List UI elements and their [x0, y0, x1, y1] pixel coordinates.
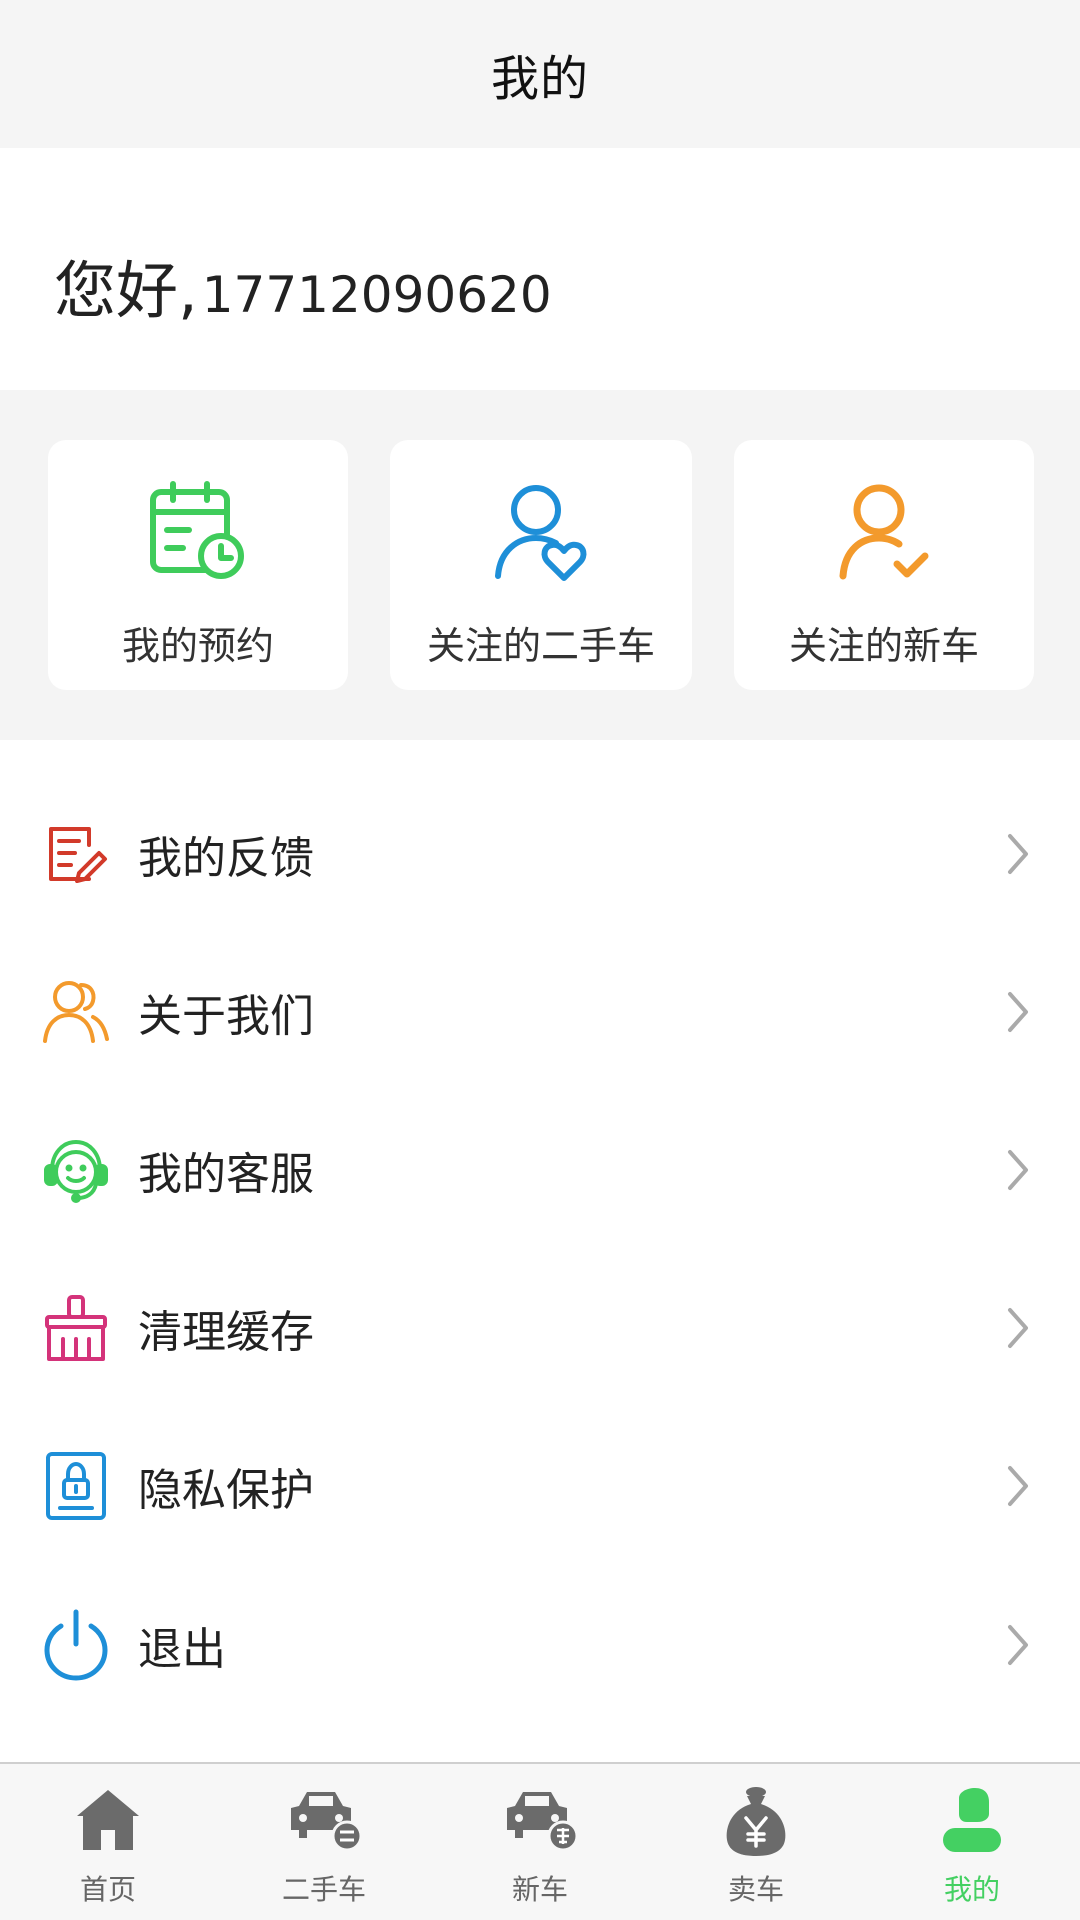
calendar-clock-icon: [48, 478, 348, 588]
menu-item-feedback[interactable]: 我的反馈: [0, 775, 1080, 933]
menu-label: 隐私保护: [138, 1465, 314, 1516]
quick-actions: 我的预约 关注的二手车 关注的新车: [0, 390, 1080, 740]
menu-item-logout[interactable]: 退出: [0, 1566, 1080, 1724]
chevron-right-icon: [1008, 1308, 1028, 1348]
tab-mine[interactable]: 我的: [864, 1764, 1080, 1920]
card-label: 关注的新车: [788, 624, 979, 668]
menu-item-clear-cache[interactable]: 清理缓存: [0, 1249, 1080, 1407]
chevron-right-icon: [1008, 992, 1028, 1032]
home-icon: [0, 1784, 216, 1862]
menu-item-about-us[interactable]: 关于我们: [0, 933, 1080, 1091]
tab-home[interactable]: 首页: [0, 1764, 216, 1920]
chevron-right-icon: [1008, 1625, 1028, 1665]
bottom-tab-bar: 首页 二手车 新车 卖车 我的: [0, 1762, 1080, 1920]
tab-used-car[interactable]: 二手车: [216, 1764, 432, 1920]
profile-page: 我的 您好, 17712090620 我的预约 关注的二手车 关注的新车 我的反…: [0, 0, 1080, 1920]
tab-label: 我的: [943, 1873, 1000, 1906]
card-label: 我的预约: [121, 624, 274, 668]
card-label: 关注的二手车: [426, 624, 655, 668]
greeting-hello: 您好,: [54, 254, 198, 327]
chevron-right-icon: [1008, 1466, 1028, 1506]
page-title: 我的: [490, 51, 589, 107]
menu-label: 我的反馈: [138, 833, 314, 884]
used-car-icon: [216, 1784, 432, 1862]
card-my-appointment[interactable]: 我的预约: [48, 440, 348, 690]
users-icon: [40, 976, 112, 1048]
tab-label: 首页: [79, 1873, 136, 1906]
menu-label: 关于我们: [138, 991, 314, 1042]
user-heart-icon: [390, 478, 692, 588]
menu-item-privacy[interactable]: 隐私保护: [0, 1407, 1080, 1565]
brush-icon: [40, 1292, 112, 1364]
tab-sell-car[interactable]: 卖车: [648, 1764, 864, 1920]
new-car-icon: [432, 1784, 648, 1862]
card-followed-new-cars[interactable]: 关注的新车: [734, 440, 1034, 690]
headset-smile-icon: [40, 1134, 112, 1206]
menu-label: 清理缓存: [138, 1307, 314, 1358]
feedback-edit-icon: [40, 818, 112, 890]
chevron-right-icon: [1008, 1150, 1028, 1190]
tab-label: 卖车: [727, 1873, 784, 1906]
greeting-section: 您好, 17712090620: [0, 148, 1080, 390]
menu-label: 退出: [138, 1624, 226, 1675]
tab-label: 新车: [511, 1873, 568, 1906]
card-followed-used-cars[interactable]: 关注的二手车: [390, 440, 692, 690]
person-icon: [864, 1784, 1080, 1862]
privacy-lock-icon: [40, 1450, 112, 1522]
menu-label: 我的客服: [138, 1149, 314, 1200]
top-bar: 我的: [0, 0, 1080, 148]
greeting-text: 您好, 17712090620: [54, 240, 552, 330]
chevron-right-icon: [1008, 834, 1028, 874]
tab-new-car[interactable]: 新车: [432, 1764, 648, 1920]
power-icon: [40, 1609, 112, 1681]
user-phone: 17712090620: [201, 266, 552, 324]
money-bag-icon: [648, 1784, 864, 1862]
menu-item-customer-service[interactable]: 我的客服: [0, 1091, 1080, 1249]
user-check-icon: [734, 478, 1034, 588]
tab-label: 二手车: [281, 1873, 366, 1906]
